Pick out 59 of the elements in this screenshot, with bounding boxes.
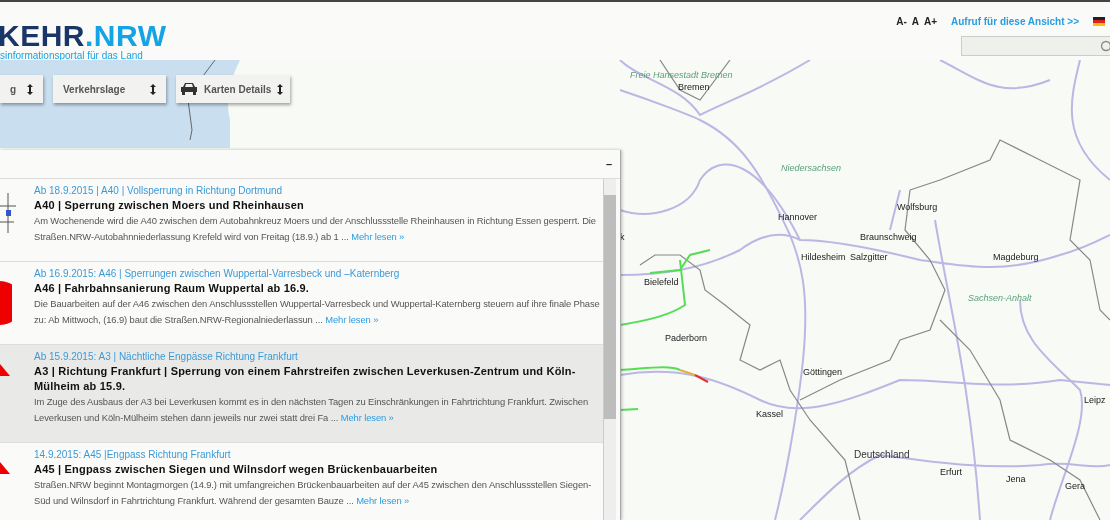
up-down-arrow-icon — [150, 83, 156, 95]
logo-tagline: sinformationsportal für das Land — [0, 50, 144, 62]
read-more-link[interactable]: Mehr lesen » — [351, 231, 405, 242]
news-category-link[interactable]: 14.9.2015: A45 |Engpass Richtung Frankfurt — [34, 448, 603, 462]
search-field[interactable] — [961, 36, 1110, 56]
city-label: Leipz — [1084, 395, 1106, 406]
news-item[interactable] — [0, 345, 603, 443]
font-size-link[interactable]: A+ — [923, 15, 937, 27]
city-label: k — [620, 232, 625, 243]
city-label: Hildesheim — [801, 252, 846, 263]
city-label: Braunschweig — [860, 232, 917, 243]
warning-sign-thumbnail — [0, 462, 10, 474]
prohibition-sign-thumbnail — [0, 281, 12, 325]
city-label: Bremen — [678, 82, 710, 93]
country-label: Deutschland — [854, 449, 910, 460]
font-size-link[interactable]: A — [911, 15, 919, 27]
flag-icon[interactable] — [1093, 16, 1105, 26]
minimize-button[interactable]: – — [597, 158, 620, 170]
map-dropdown-button[interactable]: g — [0, 75, 43, 103]
news-teaser: Straßen.NRW beginnt Montagmorgen (14.9.) mit umfangreichen Brückenbauarbeiten auf der A45 zwischen den Anschlussstellen Siegen-Süd und Wilnsdorf in Fahrtrichtung Frankfurt. Während der gesamten Bauze ... Mehr lesen » — [34, 478, 593, 508]
read-more-link[interactable]: Mehr lesen » — [325, 314, 379, 325]
news-teaser: Im Zuge des Ausbaus der A3 bei Leverkusen kommt es in den nächsten Tagen zu Einschränkungen in Fahrtrichtung Frankfurt. Zwischen Leverkusen und Köln-Mülheim stehen dann jeweils nur zwei statt drei Fa ... Mehr lesen » — [34, 395, 589, 425]
map-dropdown-button[interactable]: Karten Details — [176, 75, 290, 103]
news-title: A3 | Richtung Frankfurt | Sperrung von einem Fahrstreifen zwischen Leverkusen-Zentrum und Köln-Mülheim ab 15.9. — [34, 364, 577, 394]
font-size-link[interactable]: A- — [896, 15, 907, 27]
region-label: Sachsen-Anhalt — [968, 293, 1032, 304]
news-teaser: Die Bauarbeiten auf der A46 zwischen den Anschlussstellen Wuppertal-Varresbeck und Wuppertal-Katernberg steuern auf ihre finale Phase zu: Ab Mittwoch, (16.9) baut die Straßen.NRW-Regionalniederlassun ... Mehr lesen » — [34, 297, 601, 327]
news-category-link[interactable]: Ab 18.9.2015 | A40 | Vollsperrung in Richtung Dortmund — [34, 184, 603, 198]
news-title: A40 | Sperrung zwischen Moers und Rheinhausen — [34, 198, 305, 213]
city-label: Wolfsburg — [897, 202, 938, 213]
news-title: A45 | Engpass zwischen Siegen und Wilnsdorf wegen Brückenbauarbeiten — [34, 462, 439, 477]
news-category-link[interactable]: Ab 16.9.2015: A46 | Sperrungen zwischen Wuppertal-Varresbeck und –Katernberg — [34, 267, 603, 281]
city-label: Kassel — [756, 409, 783, 420]
warning-sign-thumbnail — [0, 364, 10, 376]
city-label: Bielefeld — [644, 277, 679, 288]
read-more-link[interactable]: Mehr lesen » — [340, 412, 394, 423]
region-label: Freie Hansestadt Bremen — [630, 70, 733, 81]
up-down-arrow-icon — [27, 83, 33, 95]
news-teaser: Am Wochenende wird die A40 zwischen dem Autobahnkreuz Moers und der Anschlussstelle Rheinhausen in Richtung Essen gesperrt. Die Straßen.NRW-Autobahnniederlassung Krefeld wird von Freitag (18.9.) ab 1 ... Mehr lesen » — [34, 214, 597, 244]
city-label: Hannover — [778, 212, 818, 223]
city-label: Göttingen — [803, 367, 843, 378]
region-label: Niedersachsen — [781, 163, 842, 174]
car-icon — [180, 82, 198, 96]
up-down-arrow-icon — [277, 83, 284, 95]
map-dropdown-button[interactable]: Verkehrslage — [53, 75, 166, 103]
city-label: Salzgitter — [850, 252, 888, 263]
view-link[interactable]: Aufruf für diese Ansicht >> — [951, 15, 1079, 27]
city-label: Jena — [1006, 474, 1026, 485]
news-category-link[interactable]: Ab 15.9.2015: A3 | Nächtliche Engpässe Richtung Frankfurt — [34, 350, 603, 364]
scrollbar-thumb[interactable] — [604, 195, 616, 419]
city-label: Magdeburg — [993, 252, 1039, 263]
city-label: Paderborn — [665, 333, 708, 344]
logo-wordmark[interactable]: KEHR.NRW — [0, 22, 167, 50]
scrollbar[interactable] — [603, 179, 616, 520]
news-title: A46 | Fahrbahnsanierung Raum Wuppertal ab 16.9. — [34, 281, 311, 296]
city-label: Gera — [1065, 481, 1085, 492]
read-more-link[interactable]: Mehr lesen » — [356, 495, 410, 506]
city-label: Erfurt — [940, 467, 962, 478]
search-icon — [1100, 40, 1110, 52]
